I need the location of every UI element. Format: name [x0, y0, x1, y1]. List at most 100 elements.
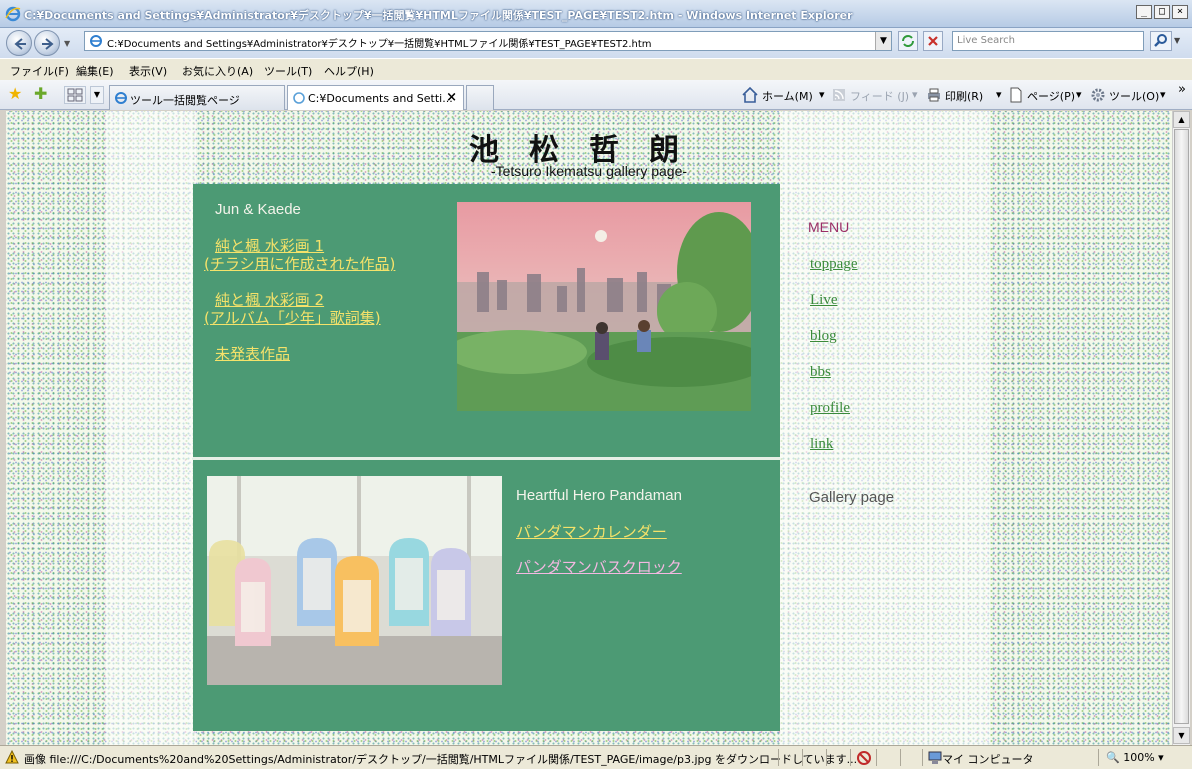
menu-file[interactable]: ファイル(F)	[10, 63, 69, 79]
pandaman-panel: Heartful Hero Pandaman パンダマンカレンダー パンダマンバ…	[193, 460, 780, 731]
stop-button[interactable]	[923, 31, 943, 51]
status-divider	[826, 749, 827, 766]
status-divider	[778, 749, 779, 766]
nav-link[interactable]: link	[810, 436, 833, 453]
page-icon	[90, 35, 102, 47]
bg-band	[106, 111, 196, 745]
warning-icon	[5, 750, 19, 764]
scroll-up-button[interactable]: ▲	[1173, 111, 1190, 128]
add-favorite-icon[interactable]: ✚	[34, 86, 47, 102]
menu-tools[interactable]: ツール(T)	[264, 63, 312, 79]
search-input[interactable]: Live Search	[952, 31, 1144, 51]
back-arrow-icon	[14, 38, 26, 50]
stop-icon	[928, 36, 938, 46]
ie-logo-icon	[5, 6, 21, 22]
jun-kaede-panel: Jun & Kaede 純と楓 水彩画 1 (チラシ用に作成された作品) 純と楓…	[193, 184, 780, 457]
forward-button[interactable]	[34, 30, 60, 56]
address-toolbar: ▼ C:¥Documents and Settings¥Administrato…	[0, 28, 1192, 58]
tab-label: ツール一括閲覧ページ	[130, 94, 240, 107]
search-icon	[1154, 34, 1167, 47]
search-options-dropdown[interactable]: ▼	[1174, 36, 1180, 45]
zoom-level[interactable]: 🔍 100% ▾	[1106, 751, 1164, 764]
gear-icon	[1091, 88, 1105, 102]
new-tab-button[interactable]	[466, 85, 494, 110]
nav-blog[interactable]: blog	[810, 328, 837, 345]
close-tab-button[interactable]: ×	[446, 90, 457, 105]
menu-favorites[interactable]: お気に入り(A)	[182, 63, 253, 79]
zoom-value: 100%	[1123, 751, 1155, 764]
tab-label: C:¥Documents and Setti...	[308, 92, 453, 105]
favorites-star-icon[interactable]: ★	[8, 86, 22, 102]
minimize-button[interactable]: _	[1136, 5, 1152, 19]
status-divider	[900, 749, 901, 766]
quick-tabs-button[interactable]	[64, 86, 86, 104]
print-icon	[928, 88, 940, 102]
page-dropdown[interactable]: ▾	[1076, 88, 1082, 101]
pandaman-clocks-image[interactable]	[207, 476, 502, 685]
refresh-icon	[902, 35, 914, 47]
nav-profile[interactable]: profile	[810, 400, 850, 417]
address-text: C:¥Documents and Settings¥Administrator¥…	[107, 39, 652, 50]
bg-band	[780, 111, 990, 745]
loading-icon	[293, 92, 305, 104]
tools-dropdown[interactable]: ▾	[1160, 88, 1166, 101]
site-subtitle: -Tetsuro Ikematsu gallery page-	[490, 163, 688, 179]
tab-bar: ★ ✚ ▼ ツール一括閲覧ページ C:¥Documents and Setti.…	[0, 80, 1192, 110]
page-viewport: 池松哲朗 -Tetsuro Ikematsu gallery page- Jun…	[6, 111, 1172, 745]
print-button[interactable]: 印刷(R)	[945, 88, 983, 104]
status-divider	[1098, 749, 1099, 766]
print-dropdown[interactable]: ▾	[996, 88, 1002, 101]
menu-view[interactable]: 表示(V)	[129, 63, 167, 79]
home-dropdown[interactable]: ▾	[819, 88, 825, 101]
watercolor-painting-image[interactable]	[457, 202, 751, 411]
status-divider	[876, 749, 877, 766]
watercolor-2-link-sub[interactable]: (アルバム「少年」歌詞集)	[204, 307, 381, 328]
address-dropdown[interactable]: ▼	[875, 32, 891, 50]
section-heading: Jun & Kaede	[215, 201, 301, 218]
feeds-button[interactable]: フィード (J)	[850, 88, 909, 104]
forward-arrow-icon	[42, 38, 54, 50]
more-commands-button[interactable]: »	[1178, 82, 1186, 97]
close-button[interactable]: ×	[1172, 5, 1188, 19]
maximize-button[interactable]: □	[1154, 5, 1170, 19]
scroll-down-button[interactable]: ▼	[1173, 727, 1190, 744]
window-controls: _ □ ×	[1136, 5, 1188, 19]
title-bar: C:¥Documents and Settings¥Administrator¥…	[0, 0, 1192, 28]
refresh-button[interactable]	[898, 31, 918, 51]
vertical-scrollbar[interactable]: ▲ ▼	[1172, 111, 1190, 745]
home-button[interactable]: ホーム(M)	[762, 88, 813, 104]
status-text: 画像 file:///C:/Documents%20and%20Settings…	[24, 753, 858, 766]
pandaman-bathclock-link[interactable]: パンダマンバスクロック	[516, 556, 682, 577]
nav-toppage[interactable]: toppage	[810, 256, 857, 273]
tab-tools-page[interactable]: ツール一括閲覧ページ	[109, 85, 285, 110]
status-divider	[802, 749, 803, 766]
tab-current-page[interactable]: C:¥Documents and Setti... ×	[287, 85, 464, 110]
page-menu-icon	[1010, 87, 1022, 103]
address-bar[interactable]: C:¥Documents and Settings¥Administrator¥…	[84, 31, 892, 51]
search-placeholder: Live Search	[957, 35, 1015, 46]
status-divider	[850, 749, 851, 766]
tools-menu-button[interactable]: ツール(O)	[1109, 88, 1159, 104]
unpublished-works-link[interactable]: 未発表作品	[215, 343, 290, 364]
search-button[interactable]	[1150, 31, 1172, 51]
popup-blocker-icon[interactable]	[856, 750, 872, 766]
menu-heading: MENU	[808, 219, 850, 235]
tab-list-dropdown[interactable]: ▼	[90, 86, 104, 104]
ie-page-icon	[115, 92, 127, 104]
page-menu-button[interactable]: ページ(P)	[1027, 88, 1075, 104]
menu-bar: ファイル(F) 編集(E) 表示(V) お気に入り(A) ツール(T) ヘルプ(…	[0, 58, 1192, 80]
recent-pages-dropdown[interactable]: ▼	[64, 39, 70, 48]
menu-help[interactable]: ヘルプ(H)	[324, 63, 374, 79]
nav-live[interactable]: Live	[810, 292, 838, 309]
nav-bbs[interactable]: bbs	[810, 364, 831, 381]
feeds-dropdown[interactable]: ▾	[912, 88, 918, 101]
pandaman-calendar-link[interactable]: パンダマンカレンダー	[516, 521, 667, 542]
computer-icon	[928, 751, 942, 764]
back-button[interactable]	[6, 30, 32, 56]
security-zone: マイ コンピュータ	[942, 753, 1034, 766]
scroll-thumb[interactable]	[1174, 129, 1189, 724]
feed-icon	[833, 89, 845, 101]
menu-edit[interactable]: 編集(E)	[76, 63, 114, 79]
watercolor-1-link-sub[interactable]: (チラシ用に作成された作品)	[204, 253, 395, 274]
window-title: C:¥Documents and Settings¥Administrator¥…	[24, 9, 853, 22]
